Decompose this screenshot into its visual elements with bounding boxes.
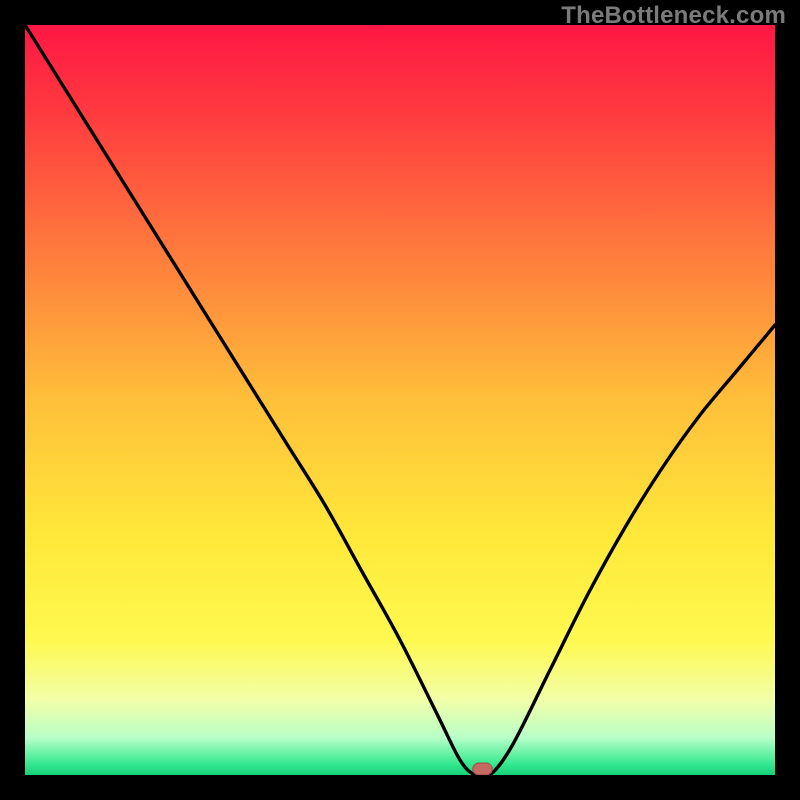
- chart-svg: [25, 25, 775, 775]
- watermark-text: TheBottleneck.com: [561, 2, 786, 30]
- plot-area: [25, 25, 775, 775]
- gradient-background: [25, 25, 775, 775]
- chart-frame: TheBottleneck.com: [0, 0, 800, 800]
- optimum-marker: [473, 763, 493, 775]
